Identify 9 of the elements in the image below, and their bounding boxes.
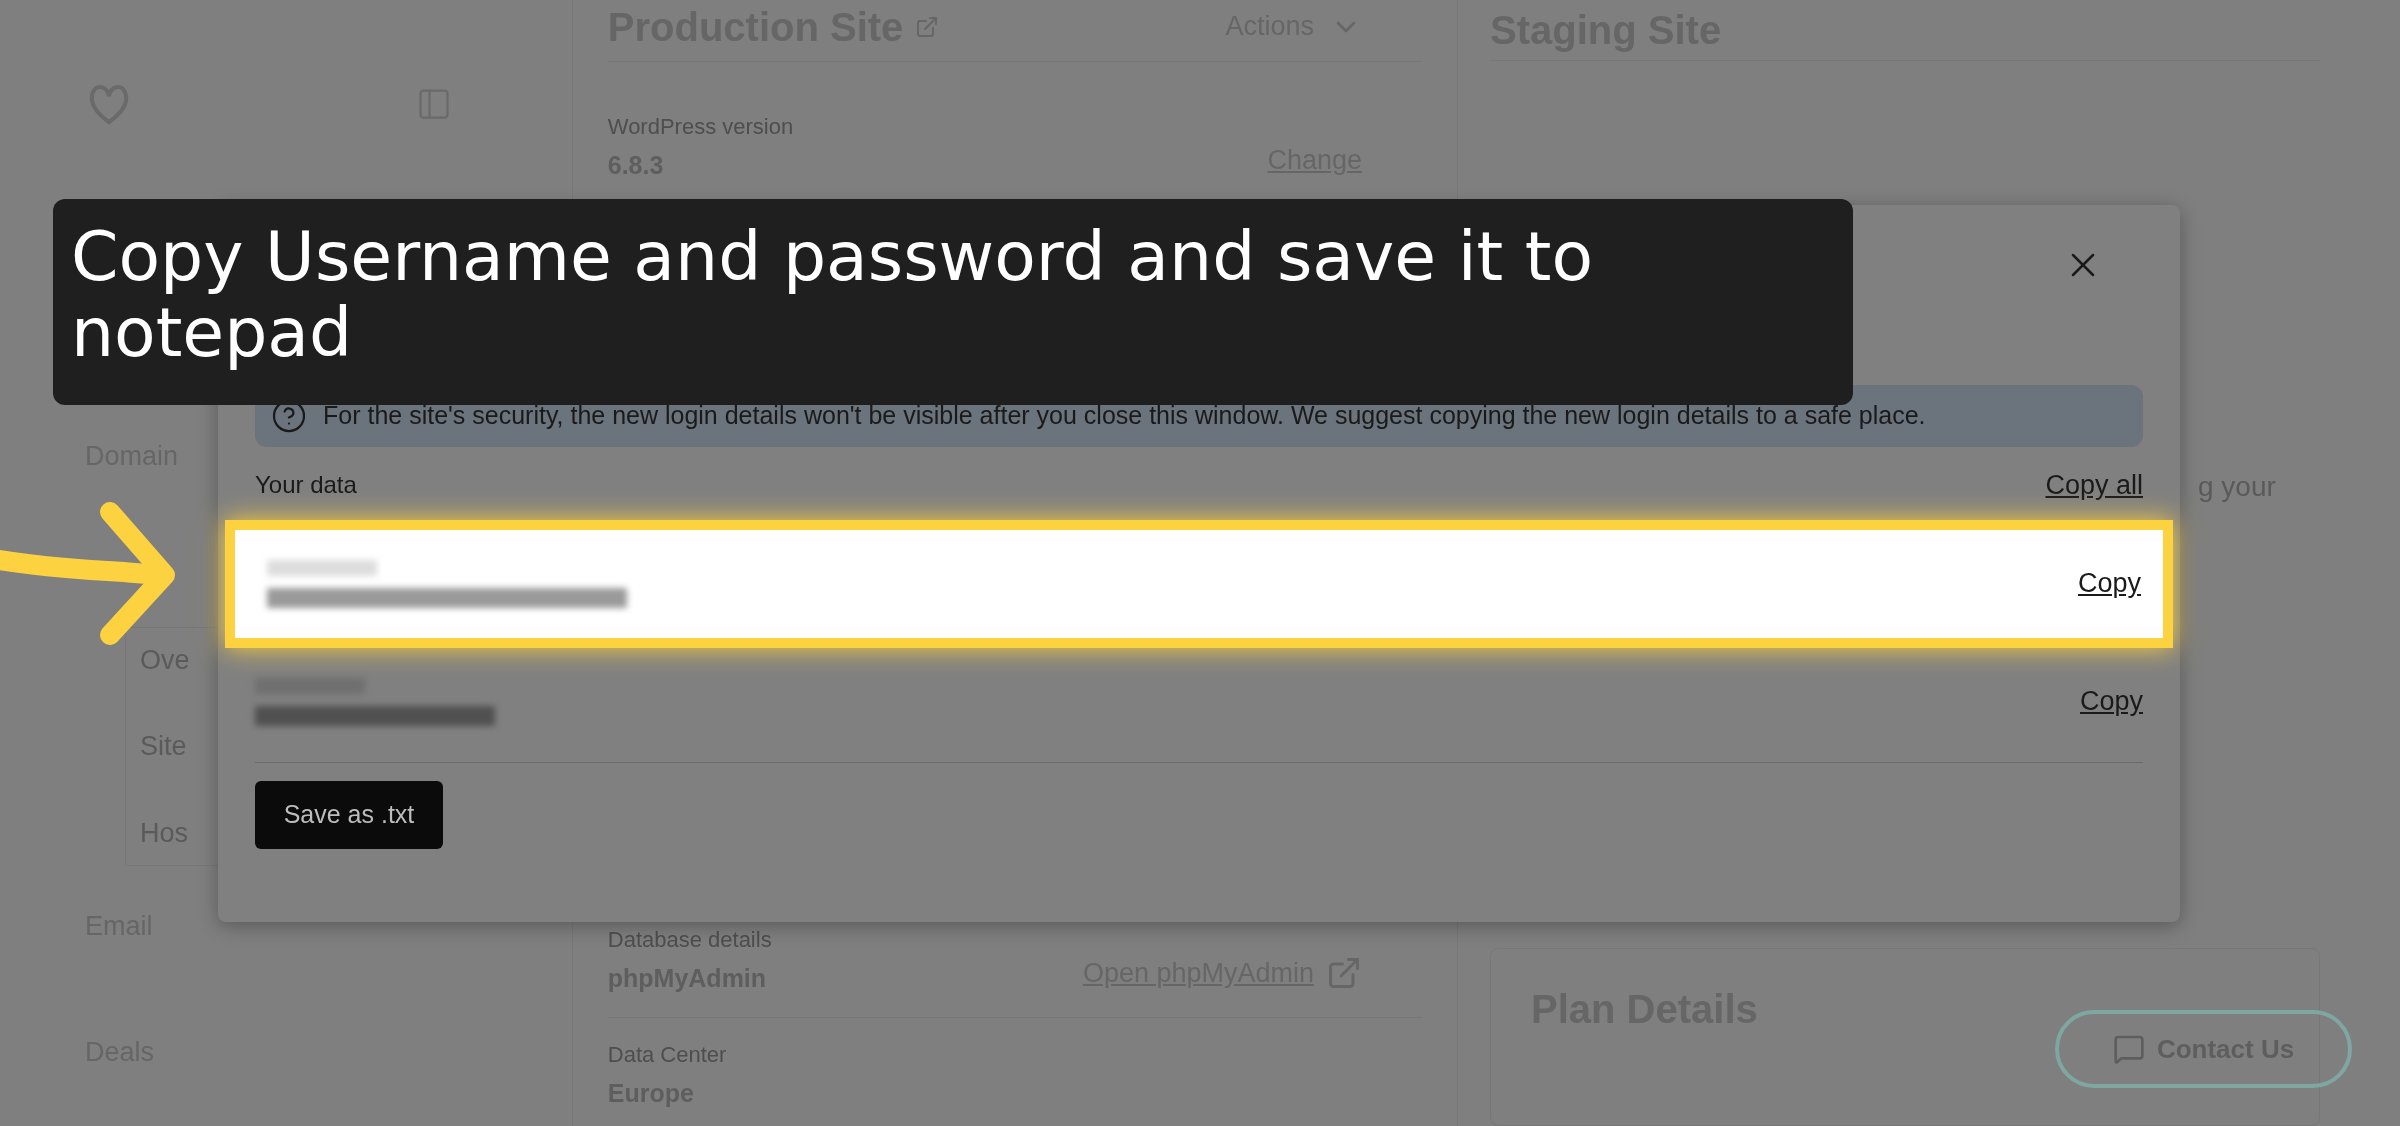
- notice-text: For the site's security, the new login details won't be visible after you close this window. We suggest copying the new login details to a safe place.: [323, 400, 1926, 432]
- external-link-icon[interactable]: [915, 14, 940, 39]
- save-as-txt-button[interactable]: Save as .txt: [255, 780, 443, 849]
- section-label: Your data: [255, 470, 357, 501]
- copy-link[interactable]: Copy: [2079, 681, 2143, 722]
- chat-icon: [2112, 1033, 2145, 1065]
- caption-text: Copy Username and password and save it to notepad: [71, 219, 1595, 371]
- copy-all-link[interactable]: Copy all: [2045, 465, 2143, 506]
- copy-link[interactable]: Copy: [2077, 563, 2141, 604]
